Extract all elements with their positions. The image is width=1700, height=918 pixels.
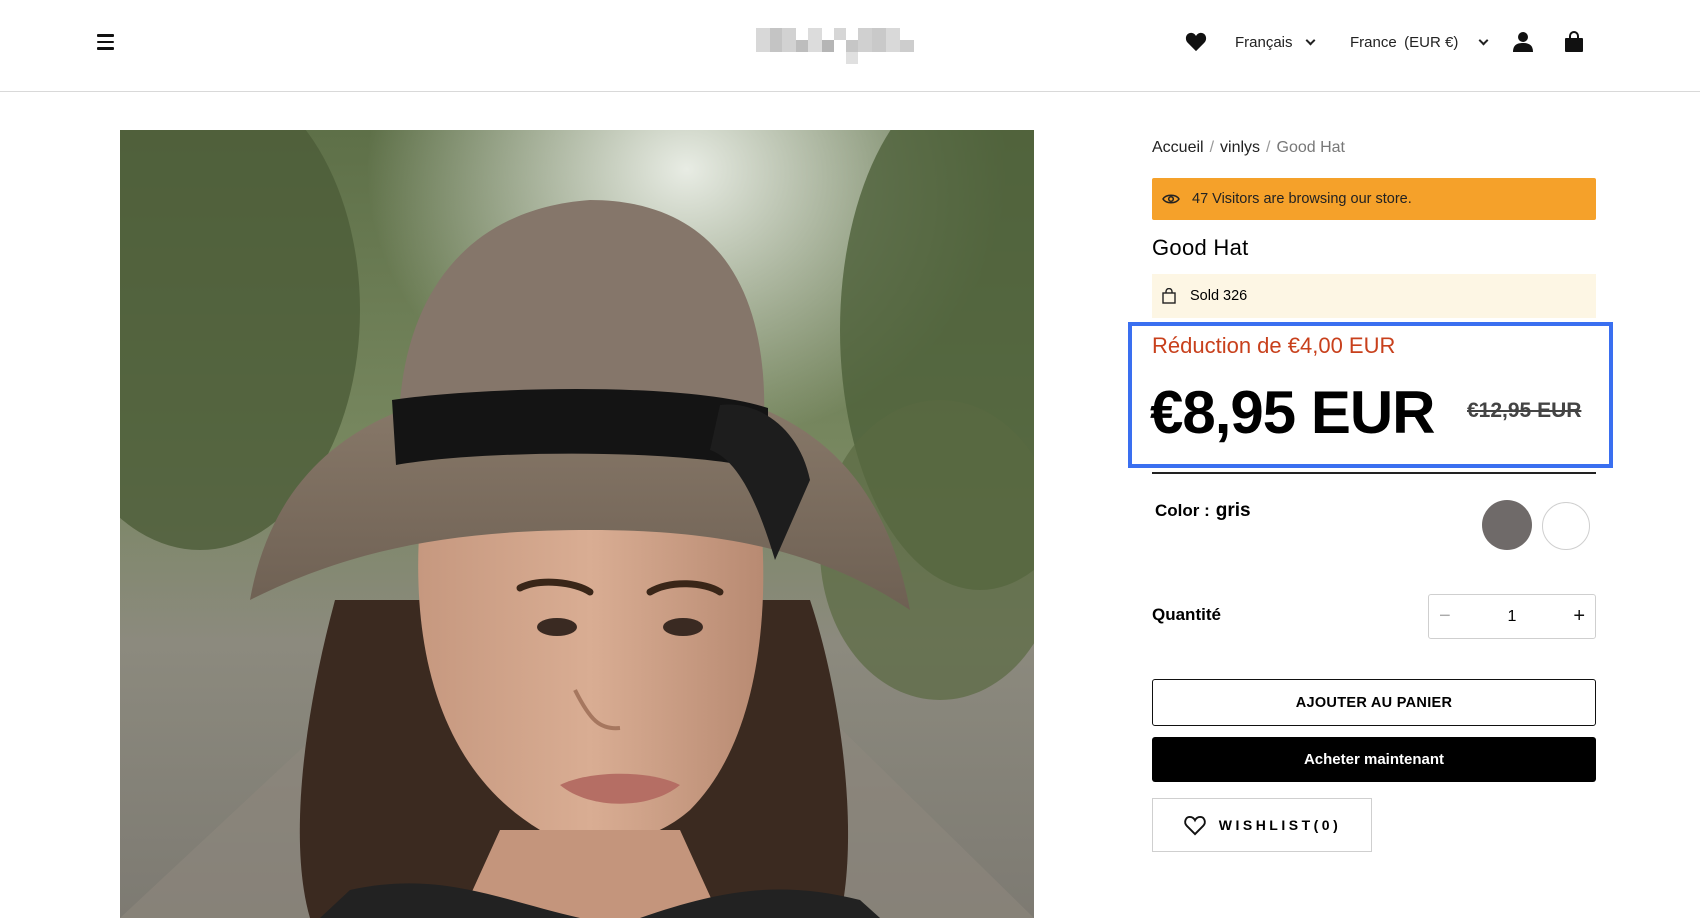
site-header: Français France (EUR €) [0,0,1700,92]
quantity-decrease-button[interactable]: − [1439,605,1451,628]
quantity-stepper: − 1 + [1428,594,1596,639]
color-option: Color : gris [1155,500,1251,522]
currency-selector[interactable]: France (EUR €) [1350,24,1489,60]
heart-outline-icon [1183,815,1206,835]
quantity-label: Quantité [1152,605,1221,624]
add-to-cart-button[interactable]: AJOUTER AU PANIER [1152,679,1596,726]
chevron-down-icon [1305,35,1315,45]
wishlist-heart-icon[interactable] [1185,24,1209,60]
breadcrumb-separator: / [1209,139,1215,156]
sold-banner: Sold 326 [1152,274,1596,318]
chevron-down-icon [1478,35,1489,45]
store-logo[interactable] [756,26,926,66]
buy-now-button[interactable]: Acheter maintenant [1152,737,1596,782]
breadcrumb-separator: / [1266,139,1271,156]
shopping-bag-icon[interactable] [1564,24,1588,60]
current-price: €8,95 EUR [1150,379,1435,446]
wishlist-button[interactable]: WISHLIST(0) [1152,798,1372,852]
eye-icon [1162,194,1180,204]
shopping-bag-icon [1162,288,1176,304]
wishlist-label: WISHLIST(0) [1218,817,1342,833]
color-swatch-white[interactable] [1542,502,1590,550]
currency-label: France (EUR €) [1350,33,1459,51]
breadcrumb-home[interactable]: Accueil [1152,139,1204,157]
color-swatch-gris[interactable] [1482,500,1532,550]
discount-label: Réduction de €4,00 EUR [1152,333,1396,358]
product-photo[interactable] [120,130,1034,918]
breadcrumb: Accueil / vinlys / Good Hat [1152,130,1596,166]
language-label: Français [1235,33,1293,51]
compare-at-price: €12,95 EUR [1467,399,1582,422]
color-value: gris [1215,500,1251,521]
user-icon[interactable] [1512,24,1536,60]
language-selector[interactable]: Français [1235,24,1315,60]
color-label: Color : [1155,501,1210,520]
quantity-value[interactable]: 1 [1508,608,1517,626]
breadcrumb-collection[interactable]: vinlys [1220,139,1260,157]
product-info: Accueil / vinlys / Good Hat 47 Visitors … [1152,130,1596,318]
breadcrumb-current: Good Hat [1276,139,1345,156]
visitors-banner: 47 Visitors are browsing our store. [1152,178,1596,220]
quantity-increase-button[interactable]: + [1573,605,1585,628]
sold-count: Sold 326 [1190,288,1248,304]
visitors-text: 47 Visitors are browsing our store. [1192,191,1412,207]
hamburger-menu-icon[interactable] [93,29,119,55]
price-divider [1152,472,1596,474]
product-title: Good Hat [1152,235,1249,260]
